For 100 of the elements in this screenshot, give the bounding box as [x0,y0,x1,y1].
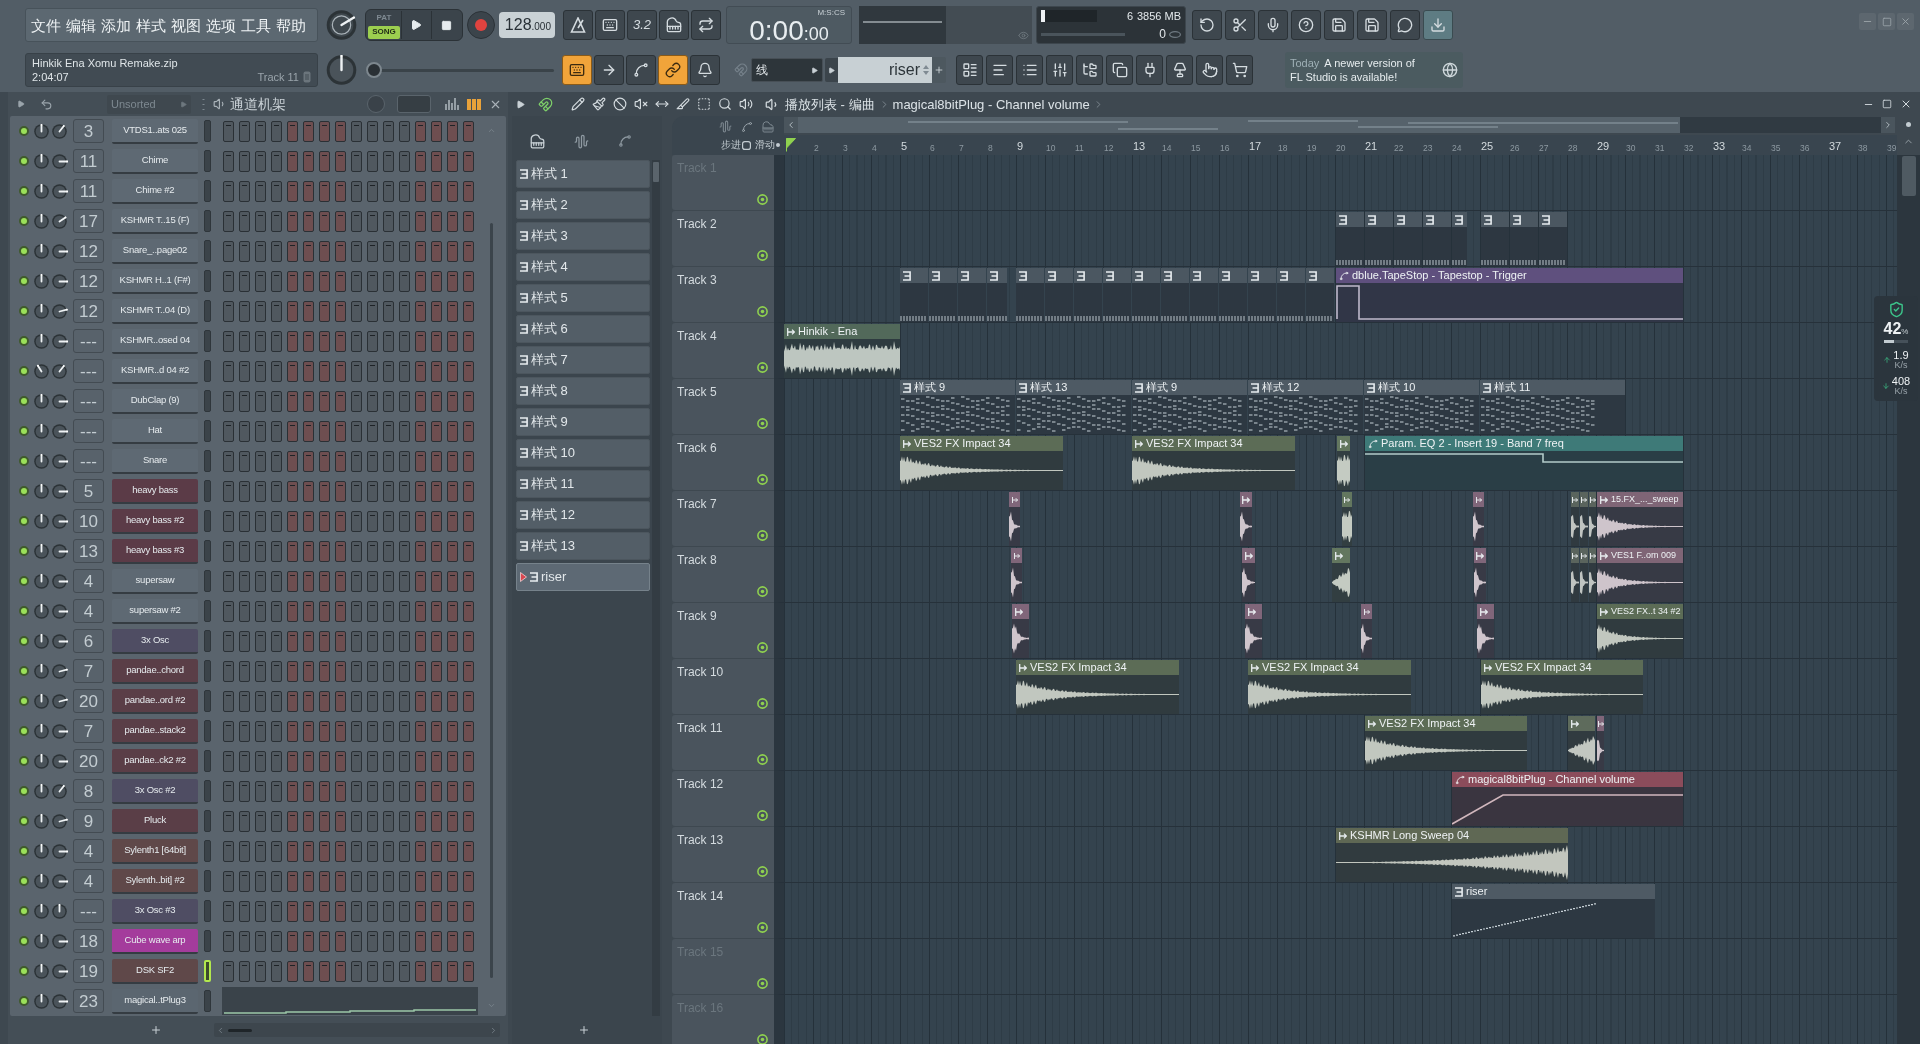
track-toggle[interactable] [757,866,768,877]
channel-button[interactable]: supersaw [112,568,198,594]
led-toggle[interactable] [19,876,29,886]
horizontal-scrollbar[interactable] [214,1023,500,1037]
led-toggle[interactable] [19,246,29,256]
undo-icon[interactable] [40,97,53,111]
scroll-thumb[interactable] [228,1028,252,1032]
track-toggle[interactable] [757,362,768,373]
minimize-button[interactable] [1859,13,1876,30]
mixer-insert-field[interactable]: 5 [73,479,104,503]
volume-knob[interactable] [51,153,68,169]
volume-knob[interactable] [51,723,68,739]
channel-select-toggle[interactable] [204,750,211,772]
wait-input-button[interactable] [595,10,625,40]
menu-item[interactable]: 视图 [169,11,203,39]
volume-knob[interactable] [51,663,68,679]
volume-knob[interactable] [51,603,68,619]
led-toggle[interactable] [19,816,29,826]
pan-knob[interactable] [33,873,50,889]
mixer-insert-field[interactable]: 11 [73,149,104,173]
pan-knob[interactable] [33,153,50,169]
knife-icon[interactable] [676,97,690,111]
volume-knob[interactable] [51,303,68,319]
mixer-insert-field[interactable]: 23 [73,989,104,1013]
mixer-insert-field[interactable]: 11 [73,179,104,203]
rounded-square-icon[interactable] [742,140,751,150]
pattern-item[interactable]: 样式 8 [516,377,650,405]
pan-knob[interactable] [33,123,50,139]
channel-select-toggle[interactable] [204,780,211,802]
channel-button[interactable]: KSHMR..d 04 #2 [112,358,198,384]
led-toggle[interactable] [19,756,29,766]
pattern-clip[interactable] [1277,268,1305,322]
audio-clip[interactable] [1332,548,1350,602]
swing-knob[interactable] [367,95,385,113]
help-button[interactable] [1291,10,1321,40]
link-button[interactable] [658,55,688,85]
pattern-clip[interactable] [1190,268,1218,322]
scroll-thumb[interactable] [1901,156,1916,196]
channel-select-toggle[interactable] [204,660,211,682]
track-header[interactable]: Track 2 [672,211,774,266]
channel-button[interactable]: heavy bass [112,478,198,504]
channel-select-toggle[interactable] [204,900,211,922]
hand-button[interactable] [1196,55,1223,85]
arrow-button[interactable] [825,58,838,82]
audio-clip[interactable] [1580,492,1588,546]
pattern-clip[interactable] [1103,268,1131,322]
pattern-clip[interactable] [1481,212,1509,266]
track-toggle[interactable] [757,194,768,205]
track-toggle[interactable] [757,474,768,485]
volume-knob[interactable] [51,363,68,379]
value-field[interactable] [397,95,431,113]
pan-knob[interactable] [33,333,50,349]
pan-knob[interactable] [33,573,50,589]
led-toggle[interactable] [19,366,29,376]
pan-knob[interactable] [33,723,50,739]
bar-graph-icon[interactable] [445,98,459,110]
bell-button[interactable] [690,55,720,85]
led-toggle[interactable] [19,696,29,706]
mixer-insert-field[interactable]: 4 [73,599,104,623]
paintbrush-icon[interactable] [592,97,606,111]
pattern-clip[interactable] [900,268,928,322]
pan-knob[interactable] [33,753,50,769]
led-toggle[interactable] [19,846,29,856]
track-header[interactable]: Track 5 [672,379,774,434]
led-toggle[interactable] [19,666,29,676]
track-toggle[interactable] [757,754,768,765]
volume-knob[interactable] [51,813,68,829]
channel-select-toggle[interactable] [204,870,211,892]
audio-clip[interactable] [1240,492,1252,546]
channel-select-toggle[interactable] [204,180,211,202]
mixer-insert-field[interactable]: 4 [73,839,104,863]
mixer-insert-field[interactable]: 9 [73,809,104,833]
pan-knob[interactable] [33,273,50,289]
channel-button[interactable]: Chime [112,148,198,174]
track-toggle[interactable] [757,810,768,821]
track-header[interactable]: Track 3 [672,267,774,322]
channel-button[interactable]: Sylenth1 [64bit] [112,838,198,864]
channel-select-toggle[interactable] [204,690,211,712]
pattern-clip[interactable] [1394,212,1422,266]
playhead-marker-icon[interactable] [786,138,796,152]
snap-dropdown[interactable]: 线 [751,58,823,82]
audio-clip[interactable] [1571,492,1579,546]
pattern-item[interactable]: 样式 12 [516,501,650,529]
volume-knob[interactable] [51,933,68,949]
volume-knob[interactable] [51,393,68,409]
export-button[interactable] [1357,10,1387,40]
pattern-item[interactable]: 样式 4 [516,253,650,281]
pan-knob[interactable] [33,783,50,799]
audio-clip[interactable]: VES2 FX Impact 34 [900,436,1063,490]
channel-select-toggle[interactable] [204,810,211,832]
audio-clip[interactable] [1580,548,1588,602]
piano-roll-button[interactable] [986,55,1013,85]
loop-record-button[interactable] [691,10,721,40]
mixer-insert-field[interactable]: 10 [73,509,104,533]
audio-clip[interactable]: VES2 FX..t 34 #2 [1597,604,1683,658]
plus-icon[interactable] [150,1024,162,1036]
audio-clip[interactable]: VES2 FX Impact 34 [1248,660,1411,714]
audio-clip[interactable] [1473,492,1484,546]
channel-button[interactable]: KSHMR..osed 04 [112,328,198,354]
channel-button[interactable]: heavy bass #3 [112,538,198,564]
